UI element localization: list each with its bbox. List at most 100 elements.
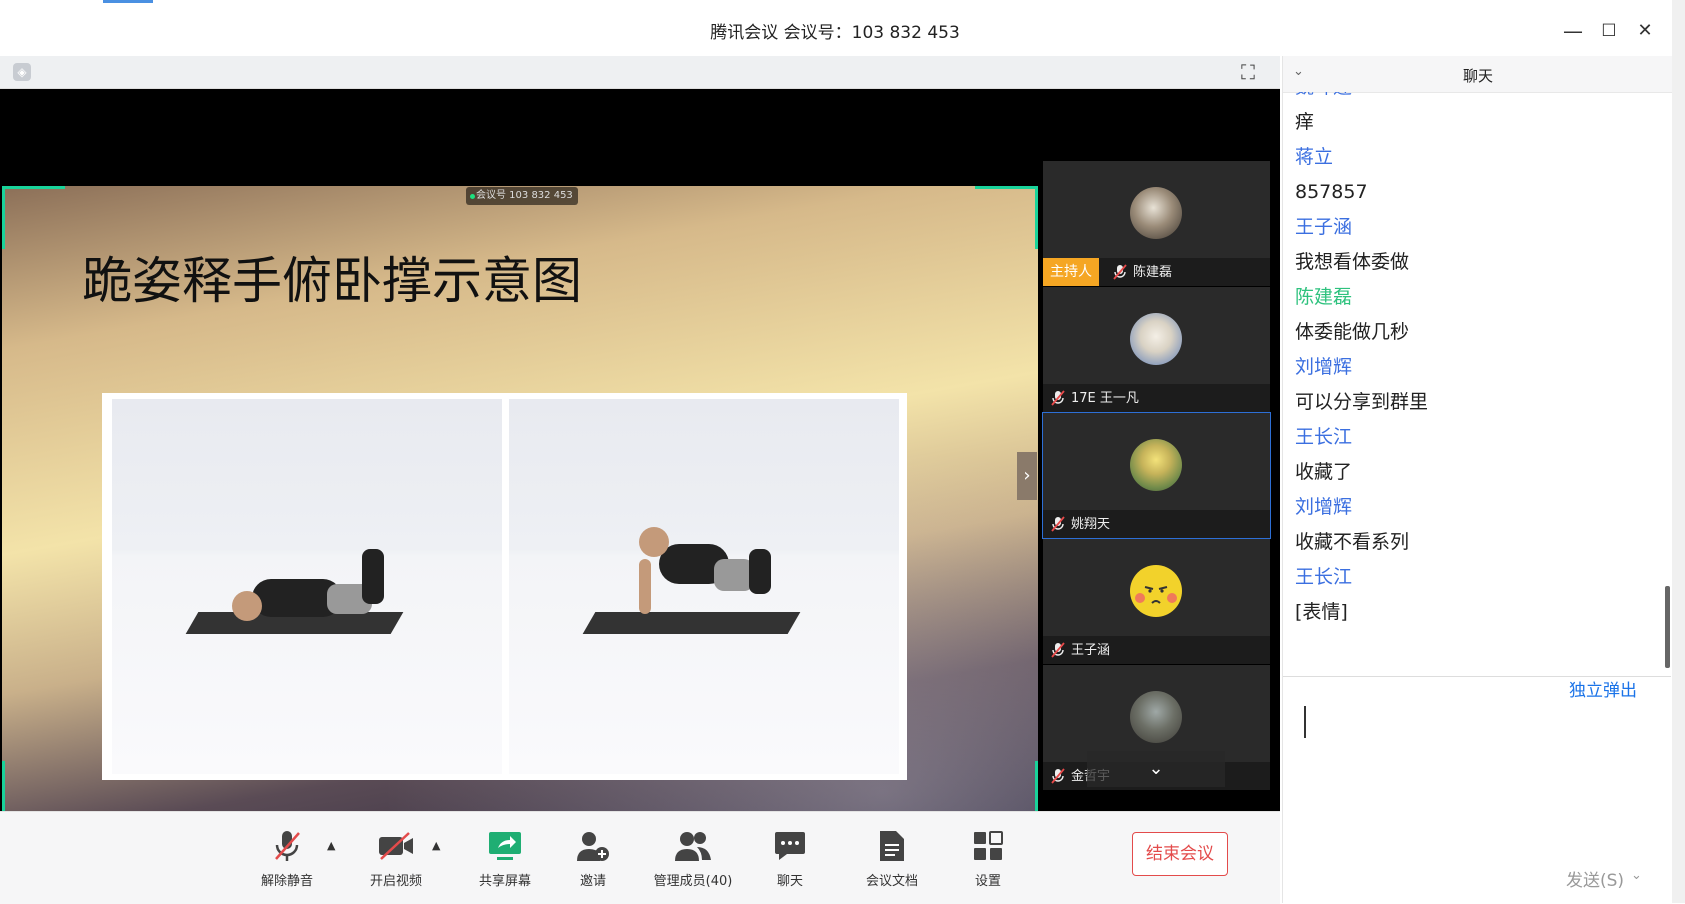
pushup-photo-right: [509, 399, 899, 774]
video-options-caret-icon[interactable]: ▲: [432, 839, 440, 852]
chat-title: 聊天: [1462, 67, 1493, 85]
yoga-mat: [582, 612, 801, 634]
gallery-toggle-arrow-icon[interactable]: ›: [1017, 452, 1037, 500]
tab-indicator: [103, 0, 153, 3]
chat-header: ⌄ 聊天: [1283, 56, 1673, 93]
host-badge: 主持人: [1043, 258, 1099, 286]
unmute-label: 解除静音: [260, 874, 313, 889]
stage-topbar: ◈ ⛶: [0, 56, 1280, 89]
person-head: [232, 591, 262, 621]
chat-sender: 王长江: [1295, 426, 1353, 448]
meeting-toolbar: 解除静音 ▲ 开启视频 ▲ 共享屏幕 邀请 管理成员(40) 聊天 会议文档 设…: [0, 811, 1280, 904]
text-cursor: [1304, 706, 1306, 738]
start-video-label: 开启视频: [369, 874, 422, 889]
person-leg: [362, 549, 384, 604]
close-icon[interactable]: ✕: [1630, 16, 1660, 46]
participant-gallery: 主持人 陈建磊 17E 王一凡 姚翔天 王子涵 金哲宇 ⌄: [1042, 161, 1271, 791]
mic-muted-icon: [275, 831, 300, 861]
security-shield-icon[interactable]: ◈: [13, 63, 31, 81]
chat-message: 体委能做几秒: [1295, 321, 1410, 343]
chat-sender: 蒋立: [1295, 146, 1334, 168]
chat-sender: 王长江: [1295, 566, 1353, 588]
send-button[interactable]: 发送(S): [1566, 866, 1624, 891]
share-screen-button[interactable]: 共享屏幕: [465, 826, 545, 889]
chat-message: 我想看体委做: [1295, 251, 1410, 273]
participant-name: 姚翔天: [1071, 517, 1111, 532]
mic-muted-icon: [1051, 390, 1065, 406]
chat-message: 收藏不看系列: [1295, 531, 1410, 553]
chat-scrollbar[interactable]: [1665, 586, 1670, 668]
slide-photo-frame: [102, 393, 907, 780]
window-title: 腾讯会议 会议号：103 832 453: [710, 23, 960, 43]
mic-muted-icon: [1051, 768, 1065, 784]
person-arm: [639, 559, 651, 614]
settings-button[interactable]: 设置: [948, 826, 1028, 889]
members-icon: [675, 832, 711, 861]
participant-tile[interactable]: 17E 王一凡: [1043, 287, 1270, 412]
share-frame-corner: [975, 186, 1038, 249]
avatar: [1130, 691, 1182, 743]
manage-members-button[interactable]: 管理成员(40): [643, 826, 743, 889]
chat-bubble-icon: [775, 832, 805, 860]
mic-muted-icon: [1051, 642, 1065, 658]
person-leg: [749, 549, 771, 594]
chat-message: 痒: [1295, 111, 1315, 133]
chat-sender: 刘增辉: [1295, 356, 1353, 378]
participant-tile[interactable]: 王子涵: [1043, 539, 1270, 664]
participant-tile[interactable]: 主持人 陈建磊: [1043, 161, 1270, 286]
participant-tile[interactable]: 姚翔天: [1042, 412, 1271, 539]
add-user-icon: [577, 832, 609, 861]
chat-sender-host: 陈建磊: [1295, 286, 1353, 308]
invite-button[interactable]: 邀请: [553, 826, 633, 889]
share-screen-label: 共享屏幕: [478, 874, 531, 889]
popout-chat-link[interactable]: 独立弹出: [1569, 676, 1637, 701]
meeting-docs-label: 会议文档: [865, 874, 918, 889]
mic-muted-icon: [1113, 264, 1127, 280]
chat-panel: ⌄ 聊天 魏坤莲 痒 蒋立 857857 王子涵 我想看体委做 陈建磊 体委能做…: [1282, 56, 1673, 903]
send-options-caret-icon[interactable]: ⌄: [1631, 868, 1642, 883]
settings-label: 设置: [974, 874, 1001, 889]
chat-sender: 魏坤莲: [1295, 92, 1665, 105]
avatar: [1130, 313, 1182, 365]
end-meeting-button[interactable]: 结束会议: [1132, 832, 1228, 876]
live-dot-icon: [470, 194, 475, 199]
meeting-id-tag: 会议号 103 832 453: [466, 187, 578, 205]
emoji-face-icon: [1135, 586, 1177, 604]
pushup-photo-left: [112, 399, 502, 774]
participant-name: 17E 王一凡: [1071, 391, 1139, 406]
meeting-docs-button[interactable]: 会议文档: [852, 826, 932, 889]
avatar: [1130, 187, 1182, 239]
chat-label: 聊天: [776, 874, 803, 889]
person-shorts: [714, 559, 754, 591]
chat-button[interactable]: 聊天: [750, 826, 830, 889]
title-bar: 腾讯会议 会议号：103 832 453 — ☐ ✕: [0, 0, 1685, 60]
audio-options-caret-icon[interactable]: ▲: [327, 839, 335, 852]
settings-grid-icon: [974, 831, 1003, 860]
invite-label: 邀请: [579, 874, 606, 889]
chat-message: 857857: [1295, 181, 1368, 203]
camera-off-icon: [379, 832, 413, 860]
chat-message-list[interactable]: 魏坤莲 痒 蒋立 857857 王子涵 我想看体委做 陈建磊 体委能做几秒 刘增…: [1283, 92, 1665, 676]
unmute-button[interactable]: 解除静音: [247, 826, 327, 889]
person-head: [639, 527, 669, 557]
gallery-scroll-down-icon[interactable]: ⌄: [1087, 751, 1225, 787]
window-scrollbar[interactable]: [1672, 0, 1685, 903]
avatar: [1130, 439, 1182, 491]
start-video-button[interactable]: 开启视频: [356, 826, 436, 889]
maximize-icon[interactable]: ☐: [1594, 16, 1624, 46]
participant-name: 陈建磊: [1133, 265, 1173, 280]
chat-message: [表情]: [1295, 601, 1348, 623]
chat-message: 收藏了: [1295, 461, 1353, 483]
manage-members-label: 管理成员(40): [653, 874, 733, 889]
chat-message: 可以分享到群里: [1295, 391, 1429, 413]
chat-sender: 刘增辉: [1295, 496, 1353, 518]
share-screen-icon: [489, 832, 521, 860]
participant-name: 王子涵: [1071, 643, 1111, 658]
chat-input[interactable]: [1293, 706, 1663, 846]
fullscreen-icon[interactable]: ⛶: [1236, 60, 1260, 84]
slide-title: 跪姿释手俯卧撑示意图: [82, 252, 582, 310]
meeting-id-tag-text: 会议号 103 832 453: [476, 190, 573, 201]
avatar: [1130, 565, 1182, 617]
mic-muted-icon: [1051, 516, 1065, 532]
minimize-icon[interactable]: —: [1558, 16, 1588, 46]
